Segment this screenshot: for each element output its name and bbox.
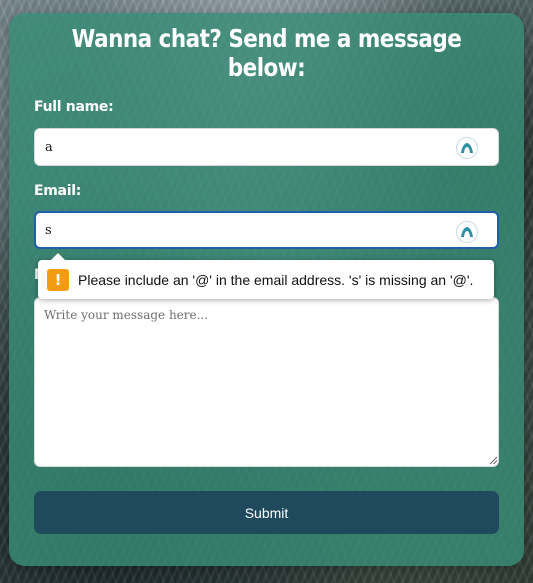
email-validation-tooltip: ! Please include an '@' in the email add… <box>38 253 494 299</box>
password-manager-icon[interactable] <box>456 221 478 243</box>
password-manager-icon[interactable] <box>456 137 478 159</box>
email-input[interactable] <box>34 211 499 249</box>
password-manager-glyph <box>461 227 473 237</box>
submit-button[interactable]: Submit <box>34 491 499 534</box>
email-label: Email: <box>34 183 81 199</box>
full-name-label: Full name: <box>34 99 114 115</box>
message-textarea[interactable] <box>34 297 499 467</box>
form-title: Wanna chat? Send me a message below: <box>71 24 462 82</box>
warning-icon: ! <box>47 268 69 291</box>
validation-message: Please include an '@' in the email addre… <box>78 271 474 288</box>
password-manager-glyph <box>461 143 473 153</box>
resize-handle-icon[interactable] <box>489 456 498 465</box>
full-name-input[interactable] <box>34 128 499 166</box>
